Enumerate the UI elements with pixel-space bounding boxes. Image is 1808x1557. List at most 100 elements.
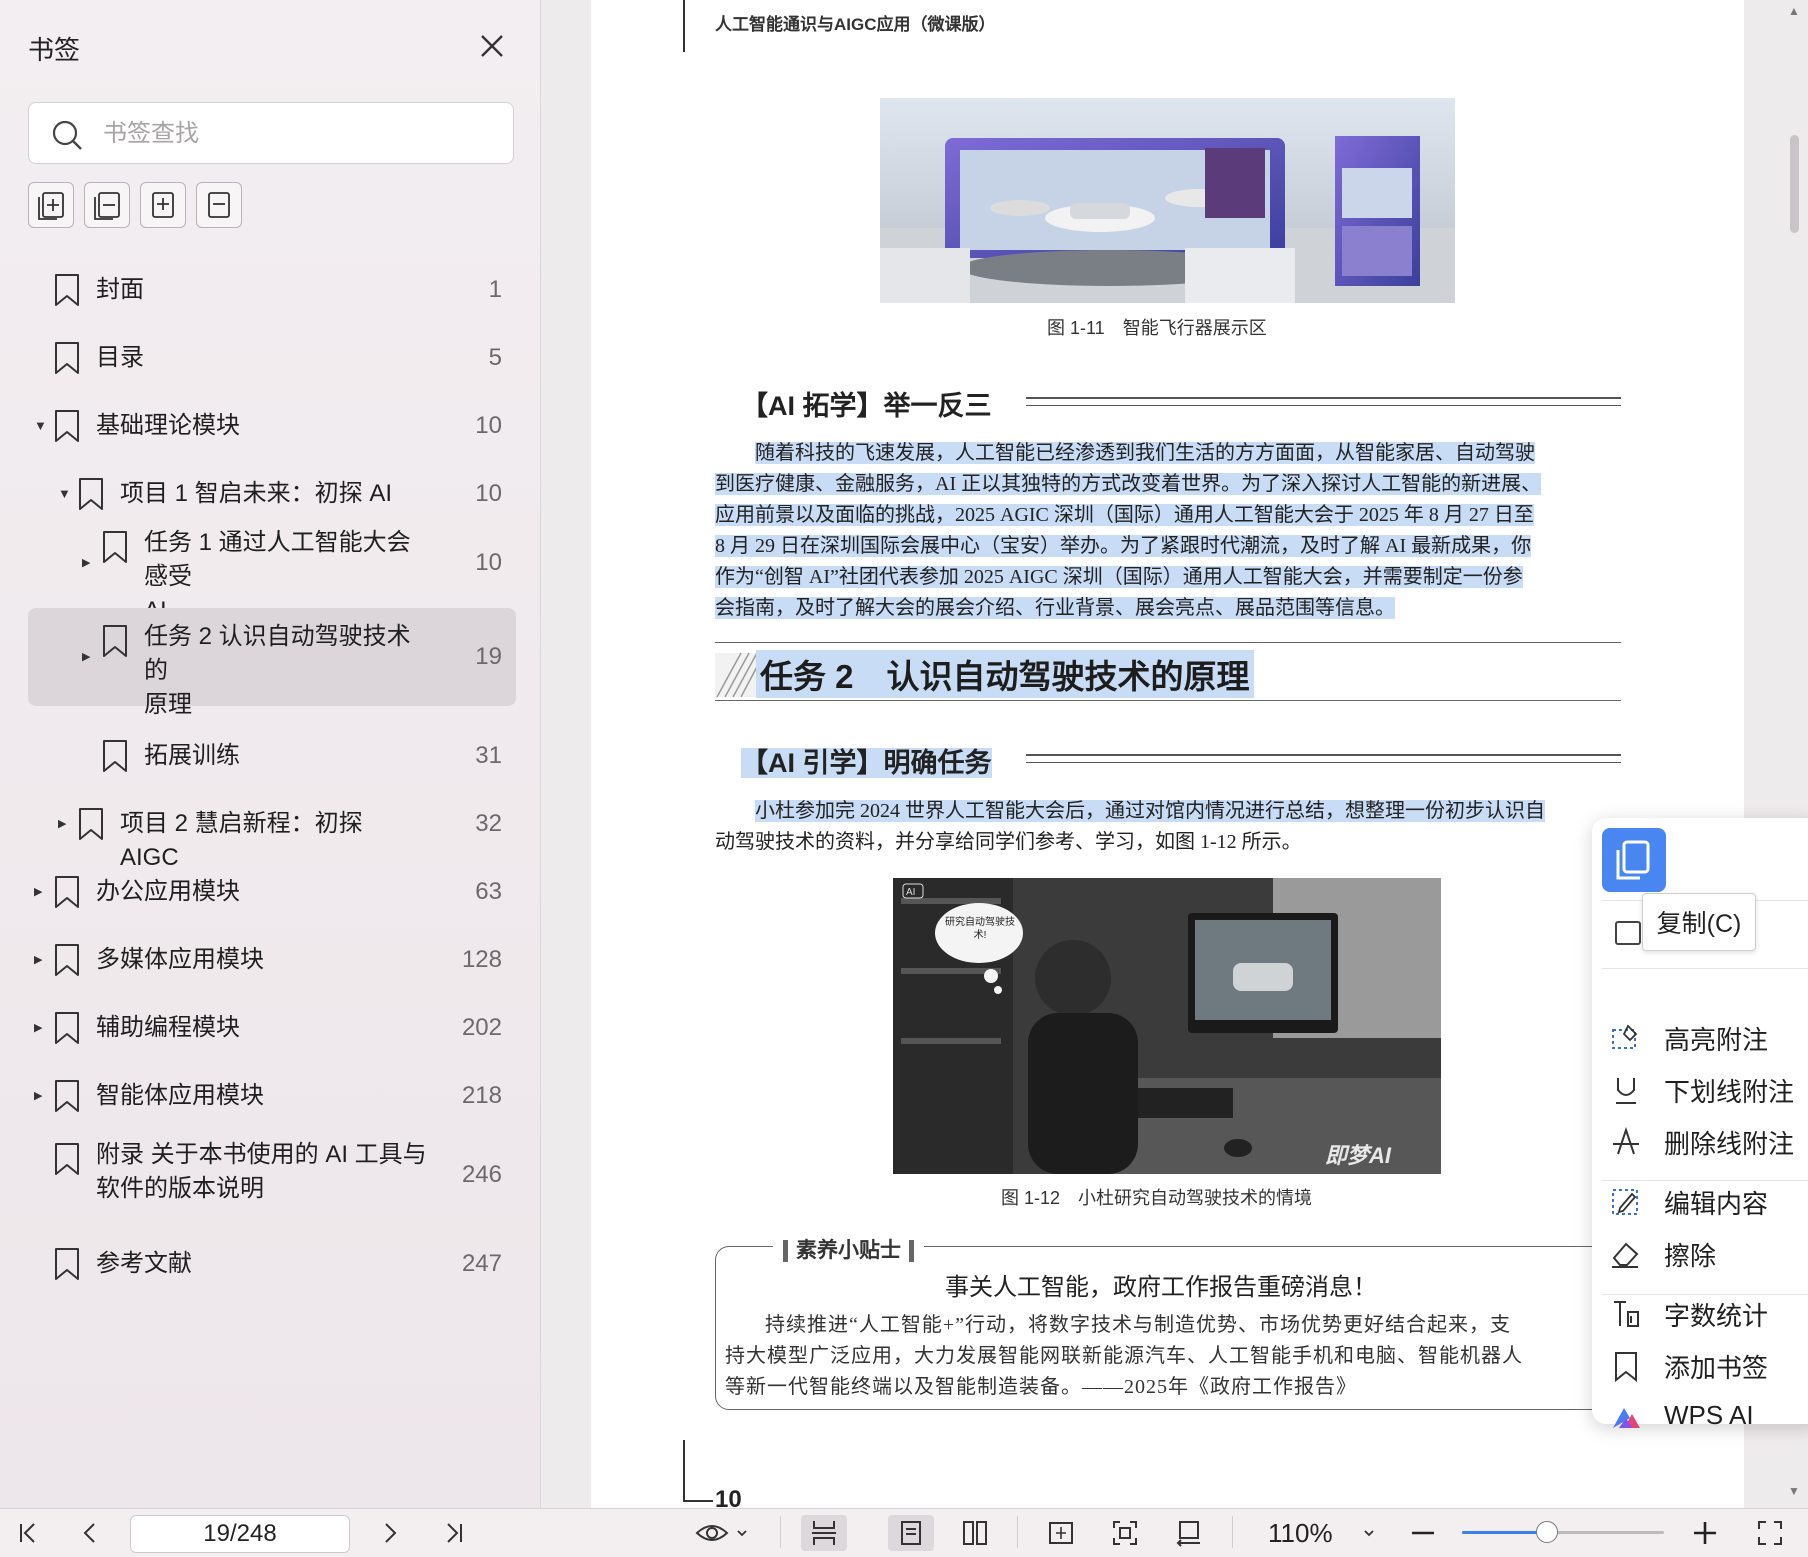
copy-tooltip: 复制(C) (1642, 893, 1756, 951)
bookmark-item[interactable]: 拓展训练 31 (28, 722, 516, 790)
minus-icon (1412, 1531, 1434, 1535)
copy-icon (1616, 840, 1650, 880)
section-heading: 【AI 引学】明确任务 (741, 748, 992, 778)
continuous-page-button[interactable] (801, 1515, 847, 1551)
zoom-slider-handle[interactable] (1535, 1521, 1558, 1543)
bookmark-page-number: 31 (475, 742, 502, 769)
bookmark-item[interactable]: 封面 1 (28, 256, 516, 324)
rotate-page-button[interactable] (1166, 1515, 1212, 1551)
page-number-input[interactable]: 19/248 (130, 1515, 350, 1553)
bookmark-item[interactable]: ▶ 办公应用模块 63 (28, 858, 516, 926)
expand-all-button[interactable] (28, 182, 74, 228)
scroll-up-arrow[interactable]: ▲ (1788, 4, 1800, 18)
bookmark-label-line: 办公应用模块 (96, 878, 240, 905)
bookmark-item[interactable]: ▶ 多媒体应用模块 128 (28, 926, 516, 994)
bookmark-icon (55, 1012, 79, 1044)
task-rule-bottom (715, 700, 1621, 701)
bookmark-item[interactable]: 附录 关于本书使用的 AI 工具与 软件的版本说明 246 (28, 1126, 516, 1224)
plus-icon (1694, 1522, 1716, 1544)
bookmark-item[interactable]: ▶ 辅助编程模块 202 (28, 994, 516, 1062)
bookmark-page-number: 32 (475, 810, 502, 837)
delete-bookmark-button[interactable] (196, 182, 242, 228)
tip-line: 持大模型广泛应用，大力发展智能网联新能源汽车、人工智能手机和电脑、智能机器人 (725, 1345, 1523, 1367)
footer-rule (683, 1440, 685, 1500)
fit-width-button[interactable] (1038, 1515, 1084, 1551)
menu-item-label: 删除线附注 (1664, 1129, 1795, 1159)
add-bookmark-button[interactable] (140, 182, 186, 228)
continuous-page-icon (812, 1521, 836, 1545)
bookmark-label: 多媒体应用模块 (96, 943, 428, 977)
figure-caption: 图 1-11 智能飞行器展示区 (1047, 318, 1267, 338)
bookmark-page-number: 202 (461, 1014, 502, 1041)
collapse-all-button[interactable] (84, 182, 130, 228)
underline-icon (1616, 1078, 1636, 1104)
bookmark-item[interactable]: ▶ 智能体应用模块 218 (28, 1062, 516, 1130)
strikethrough-icon (1613, 1126, 1639, 1155)
chevron-down-icon (1364, 1530, 1374, 1537)
eraser-icon (1612, 1242, 1639, 1268)
collapse-arrow-icon[interactable]: ▶ (34, 953, 48, 967)
first-page-button[interactable] (10, 1515, 46, 1551)
bookmark-page-number: 128 (461, 946, 502, 973)
menu-item-highlight[interactable]: 高亮附注 (1610, 1014, 1808, 1058)
bookmark-item[interactable]: 目录 5 (28, 324, 516, 392)
collapse-arrow-icon[interactable]: ▶ (82, 556, 96, 570)
copy-button[interactable] (1602, 828, 1666, 892)
scroll-down-arrow[interactable]: ▼ (1788, 1484, 1800, 1498)
fullscreen-button[interactable] (1752, 1515, 1788, 1551)
bookmark-label: 辅助编程模块 (96, 1011, 428, 1045)
paragraph-ai-expansion[interactable]: 随着科技的飞速发展，人工智能已经渗透到我们生活的方方面面，从智能家居、自动驾驶到… (715, 438, 1630, 624)
two-page-button[interactable] (952, 1515, 998, 1551)
menu-item-edit[interactable]: 编辑内容 (1610, 1178, 1808, 1222)
bookmark-page-number: 247 (461, 1250, 502, 1277)
menu-item-label: 添加书签 (1664, 1353, 1769, 1383)
search-input[interactable] (101, 115, 495, 153)
first-page-icon (20, 1523, 35, 1543)
bookmark-icon (55, 410, 79, 442)
zoom-out-button[interactable] (1406, 1515, 1440, 1551)
bookmark-item[interactable]: 参考文献 247 (28, 1230, 516, 1298)
next-page-button[interactable] (372, 1515, 408, 1551)
menu-item-word-count[interactable]: 字数统计 (1610, 1290, 1808, 1334)
bookmark-label-line: 原理 (144, 691, 192, 718)
bookmark-item[interactable]: ▶ 项目 2 慧启新程：初探 AIGC 32 (28, 790, 516, 871)
running-head: 人工智能通识与AIGC应用（微课版） (715, 15, 996, 34)
collapse-arrow-icon[interactable]: ▶ (58, 817, 72, 831)
vertical-scrollbar[interactable] (1790, 135, 1799, 233)
close-icon[interactable] (476, 30, 508, 62)
collapse-arrow-icon[interactable]: ▶ (34, 1089, 48, 1103)
text-line: 8 月 29 日在深圳国际会展中心（宝安）举办。为了紧跟时代潮流，及时了解 AI… (715, 535, 1532, 557)
tip-line: 持续推进“人工智能+”行动，将数字技术与制造优势、市场优势更好结合起来，支 (765, 1314, 1512, 1336)
collapse-all-icon (94, 192, 120, 220)
bookmark-item[interactable]: ▼ 基础理论模块 10 (28, 392, 516, 460)
collapse-arrow-icon[interactable]: ▶ (34, 885, 48, 899)
collapse-arrow-icon[interactable]: ▶ (34, 1021, 48, 1035)
zoom-in-button[interactable] (1688, 1515, 1722, 1551)
collapse-arrow-icon[interactable]: ▶ (82, 650, 96, 664)
previous-page-button[interactable] (72, 1515, 108, 1551)
menu-item-wps-ai[interactable]: WPS AI (1610, 1394, 1808, 1438)
menu-item-strikethrough[interactable]: 删除线附注 (1610, 1118, 1808, 1162)
fit-page-button[interactable] (1102, 1515, 1148, 1551)
menu-item-underline[interactable]: 下划线附注 (1610, 1066, 1808, 1110)
bookmark-item[interactable]: ▶ 任务 2 认识自动驾驶技术的 原理 19 (28, 608, 516, 718)
bookmark-item[interactable]: ▶任务 1 通过人工智能大会感受AI10 (28, 514, 516, 624)
zoom-dropdown[interactable] (1354, 1515, 1384, 1551)
document-page: 人工智能通识与AIGC应用（微课版） 图 1-11 智能飞行器展示区 【AI 拓… (591, 0, 1744, 1508)
edit-icon (1612, 1189, 1638, 1215)
expand-arrow-icon[interactable]: ▼ (58, 487, 72, 501)
paragraph-task-intro[interactable]: 小杜参加完 2024 世界人工智能大会后，通过对馆内情况进行总结，想整理一份初步… (715, 796, 1630, 858)
last-page-button[interactable] (436, 1515, 472, 1551)
read-mode-dropdown[interactable] (690, 1515, 754, 1551)
expand-arrow-icon[interactable]: ▼ (34, 419, 48, 433)
bookmark-page-number: 10 (475, 549, 502, 576)
bookmark-label: 目录 (96, 341, 428, 375)
tip-line: 等新一代智能终端以及智能制造装备。——2025年《政府工作报告》 (725, 1376, 1357, 1398)
menu-item-bookmark[interactable]: 添加书签 (1610, 1342, 1808, 1386)
zoom-level[interactable]: 110% (1268, 1518, 1333, 1549)
bookmark-icon (55, 876, 79, 908)
menu-separator (1602, 968, 1808, 969)
menu-item-eraser[interactable]: 擦除 (1610, 1230, 1808, 1274)
bookmark-label-line: 任务 1 通过人工智能大会感受 (144, 529, 411, 590)
single-page-button[interactable] (888, 1515, 934, 1551)
